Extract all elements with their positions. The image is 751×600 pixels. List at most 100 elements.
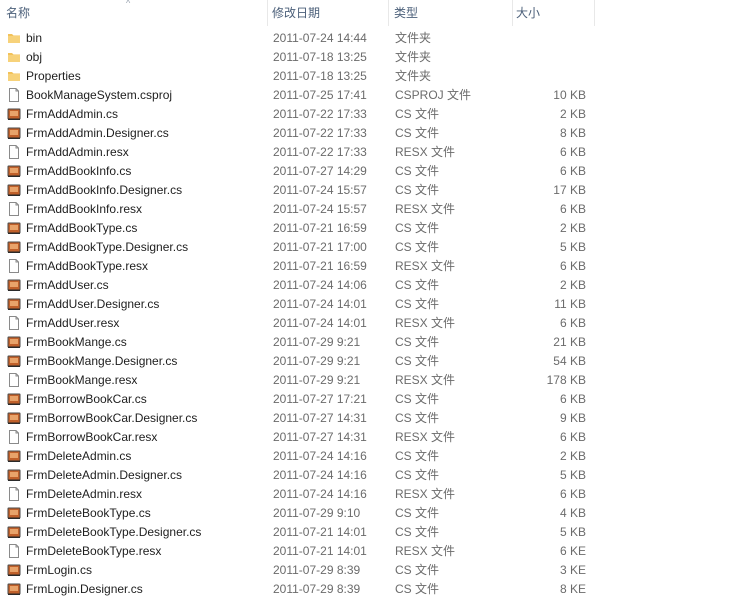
file-name: FrmLogin.cs <box>26 562 93 577</box>
file-type: CS 文件 <box>395 164 440 178</box>
file-type: CS 文件 <box>395 240 440 254</box>
column-header-date[interactable]: 修改日期 <box>268 0 389 26</box>
file-list: bin 2011-07-24 14:44 文件夹 obj 2011-07-18 13:2… <box>0 28 595 598</box>
file-name: FrmAddAdmin.Designer.cs <box>26 125 169 140</box>
file-row[interactable]: FrmAddBookType.resx 2011-07-21 16:59 RESX … <box>0 256 595 275</box>
folder-icon <box>7 31 21 45</box>
file-row[interactable]: BookManageSystem.csproj 2011-07-25 17:41 C… <box>0 85 595 104</box>
column-header-type[interactable]: 类型 <box>389 0 513 26</box>
file-date: 2011-07-24 14:16 <box>273 486 367 501</box>
file-size: 9 KB <box>559 410 586 425</box>
file-type: CS 文件 <box>395 411 440 425</box>
file-row[interactable]: FrmDeleteAdmin.resx 2011-07-24 14:16 RESX … <box>0 484 595 503</box>
column-header-type-label: 类型 <box>394 6 419 20</box>
file-row[interactable]: FrmDeleteAdmin.Designer.cs 2011-07-24 14:… <box>0 465 595 484</box>
cs-file-icon <box>7 278 21 292</box>
file-row[interactable]: FrmAddBookType.Designer.cs 2011-07-21 17:… <box>0 237 595 256</box>
file-row[interactable]: FrmAddAdmin.resx 2011-07-22 17:33 RESX 文件 6… <box>0 142 595 161</box>
file-size: 21 KB <box>553 334 586 349</box>
folder-icon <box>7 50 21 64</box>
document-icon <box>7 543 21 558</box>
cs-file-icon <box>7 126 21 140</box>
file-date: 2011-07-21 16:59 <box>273 220 367 235</box>
file-name-cell: FrmAddBookInfo.resx <box>0 201 268 216</box>
file-row[interactable]: FrmDeleteAdmin.cs 2011-07-24 14:16 CS 文件 2 … <box>0 446 595 465</box>
document-icon <box>7 429 21 444</box>
file-name-cell: FrmAddAdmin.cs <box>0 107 268 121</box>
file-size: 8 KE <box>559 581 586 596</box>
file-name: FrmBorrowBookCar.Designer.cs <box>26 410 198 425</box>
file-row[interactable]: Properties 2011-07-18 13:25 文件夹 <box>0 66 595 85</box>
file-date: 2011-07-21 14:01 <box>273 543 367 558</box>
file-size: 5 KB <box>559 524 586 539</box>
file-row[interactable]: FrmDeleteBookType.resx 2011-07-21 14:01 RE… <box>0 541 595 560</box>
file-date: 2011-07-24 14:06 <box>273 277 367 292</box>
file-row[interactable]: FrmBorrowBookCar.resx 2011-07-27 14:31 RES… <box>0 427 595 446</box>
file-row[interactable]: FrmBookMange.cs 2011-07-29 9:21 CS 文件 21 KB <box>0 332 595 351</box>
file-type: RESX 文件 <box>395 316 456 330</box>
file-row[interactable]: FrmBorrowBookCar.cs 2011-07-27 17:21 CS 文件… <box>0 389 595 408</box>
file-date: 2011-07-21 16:59 <box>273 258 367 273</box>
file-row[interactable]: FrmAddAdmin.cs 2011-07-22 17:33 CS 文件 2 KB <box>0 104 595 123</box>
file-row[interactable]: FrmAddUser.cs 2011-07-24 14:06 CS 文件 2 KB <box>0 275 595 294</box>
file-name: FrmDeleteAdmin.resx <box>26 486 143 501</box>
file-date: 2011-07-18 13:25 <box>273 49 367 64</box>
file-name-cell: FrmAddBookInfo.Designer.cs <box>0 183 268 197</box>
file-name: obj <box>26 49 43 64</box>
file-row[interactable]: FrmAddBookInfo.cs 2011-07-27 14:29 CS 文件 6 … <box>0 161 595 180</box>
column-header-name[interactable]: ^ 名称 <box>0 0 268 26</box>
file-name: FrmAddBookType.Designer.cs <box>26 239 189 254</box>
file-row[interactable]: FrmAddBookInfo.resx 2011-07-24 15:57 RESX … <box>0 199 595 218</box>
file-date: 2011-07-22 17:33 <box>273 144 367 159</box>
cs-file-icon <box>7 392 21 406</box>
file-name-cell: FrmBookMange.resx <box>0 372 268 387</box>
file-name: FrmDeleteAdmin.cs <box>26 448 132 463</box>
file-row[interactable]: FrmAddAdmin.Designer.cs 2011-07-22 17:33 C… <box>0 123 595 142</box>
file-type: RESX 文件 <box>395 259 456 273</box>
file-type: 文件夹 <box>395 31 432 45</box>
file-date: 2011-07-27 14:31 <box>273 410 367 425</box>
cs-file-icon <box>7 354 21 368</box>
document-icon <box>7 486 21 501</box>
document-icon <box>7 201 21 216</box>
file-row[interactable]: FrmBookMange.Designer.cs 2011-07-29 9:21 C… <box>0 351 595 370</box>
column-header-size[interactable]: 大小 <box>513 0 595 26</box>
file-row[interactable]: bin 2011-07-24 14:44 文件夹 <box>0 28 595 47</box>
file-name-cell: FrmAddUser.resx <box>0 315 268 330</box>
file-row[interactable]: FrmBookMange.resx 2011-07-29 9:21 RESX 文件 1… <box>0 370 595 389</box>
file-date: 2011-07-29 8:39 <box>273 581 361 596</box>
cs-file-icon <box>7 506 21 520</box>
file-name-cell: FrmAddAdmin.resx <box>0 144 268 159</box>
document-icon <box>7 258 21 273</box>
file-type: RESX 文件 <box>395 202 456 216</box>
file-date: 2011-07-21 14:01 <box>273 524 367 539</box>
file-name-cell: FrmBorrowBookCar.resx <box>0 429 268 444</box>
file-row[interactable]: FrmLogin.cs 2011-07-29 8:39 CS 文件 3 KE <box>0 560 595 579</box>
column-header-size-label: 大小 <box>516 6 541 20</box>
file-type: CS 文件 <box>395 107 440 121</box>
file-row[interactable]: FrmAddUser.resx 2011-07-24 14:01 RESX 文件 6 … <box>0 313 595 332</box>
file-row[interactable]: FrmAddBookType.cs 2011-07-21 16:59 CS 文件 2 … <box>0 218 595 237</box>
file-size: 54 KB <box>553 353 586 368</box>
file-row[interactable]: FrmAddBookInfo.Designer.cs 2011-07-24 15:… <box>0 180 595 199</box>
cs-file-icon <box>7 183 21 197</box>
column-header-name-label: 名称 <box>6 6 31 20</box>
file-name-cell: FrmDeleteBookType.Designer.cs <box>0 525 268 539</box>
file-name-cell: FrmDeleteBookType.resx <box>0 543 268 558</box>
file-type: CS 文件 <box>395 221 440 235</box>
file-name: FrmDeleteBookType.cs <box>26 505 151 520</box>
file-row[interactable]: FrmLogin.Designer.cs 2011-07-29 8:39 CS 文件… <box>0 579 595 598</box>
file-date: 2011-07-29 9:21 <box>273 334 361 349</box>
file-name: FrmBookMange.resx <box>26 372 138 387</box>
file-row[interactable]: FrmDeleteBookType.cs 2011-07-29 9:10 CS 文件… <box>0 503 595 522</box>
file-date: 2011-07-27 17:21 <box>273 391 367 406</box>
file-size: 3 KE <box>559 562 586 577</box>
file-row[interactable]: FrmAddUser.Designer.cs 2011-07-24 14:01 CS… <box>0 294 595 313</box>
file-size: 6 KE <box>559 543 586 558</box>
document-icon <box>7 372 21 387</box>
file-type: RESX 文件 <box>395 145 456 159</box>
file-size: 6 KB <box>559 429 586 444</box>
file-row[interactable]: obj 2011-07-18 13:25 文件夹 <box>0 47 595 66</box>
file-row[interactable]: FrmDeleteBookType.Designer.cs 2011-07-21 … <box>0 522 595 541</box>
file-row[interactable]: FrmBorrowBookCar.Designer.cs 2011-07-27 1… <box>0 408 595 427</box>
